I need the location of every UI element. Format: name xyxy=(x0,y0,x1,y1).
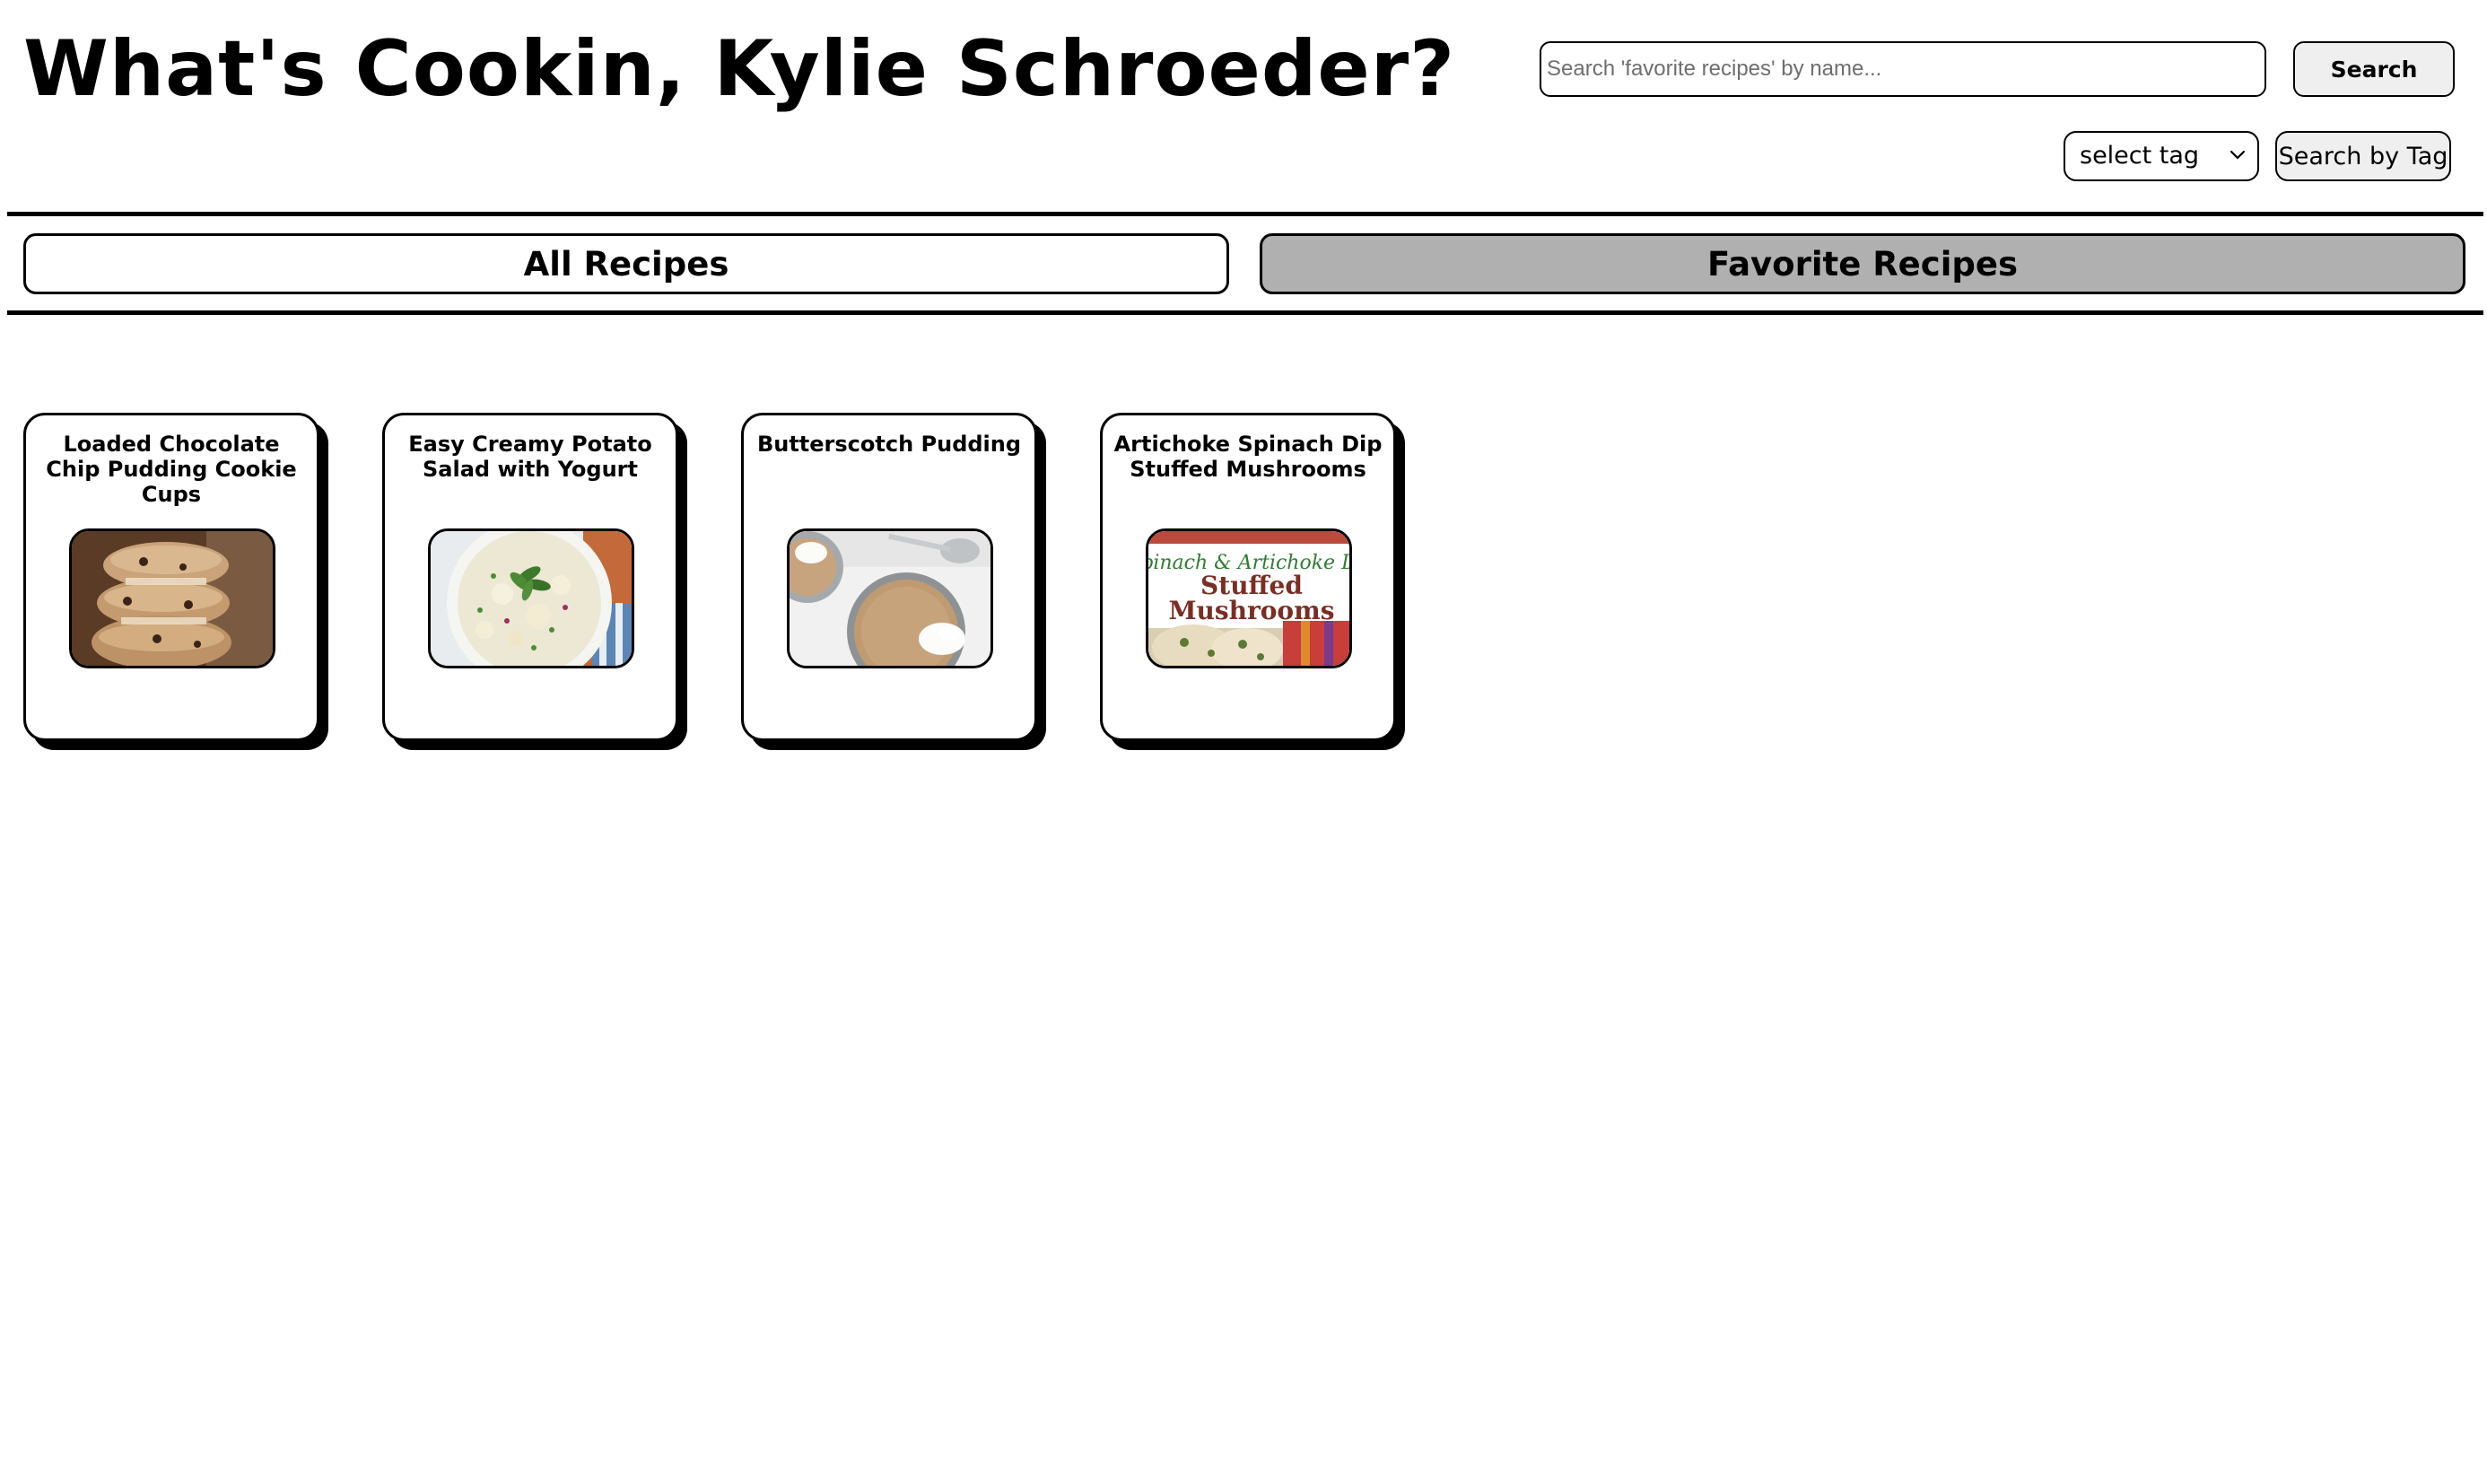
nav-divider-bottom xyxy=(7,310,2483,315)
image-text-line3: Mushrooms xyxy=(1169,596,1335,625)
header: What's Cookin, Kylie Schroeder? Search s… xyxy=(0,0,2487,208)
recipe-title: Loaded Chocolate Chip Pudding Cookie Cup… xyxy=(46,432,297,507)
recipe-card[interactable]: Artichoke Spinach Dip Stuffed Mushrooms … xyxy=(1100,413,1396,741)
recipe-image-pudding-cups[interactable] xyxy=(787,528,993,668)
nav-divider-top xyxy=(7,212,2483,216)
tab-all-recipes[interactable]: All Recipes xyxy=(23,233,1229,294)
recipe-image-potato-salad-bowl[interactable] xyxy=(428,528,634,668)
search-by-tag-button[interactable]: Search by Tag xyxy=(2275,131,2451,181)
recipe-image-stuffed-mushrooms[interactable]: Spinach & Artichoke Dip Stuffed Mushroom… xyxy=(1146,528,1352,668)
recipe-title: Butterscotch Pudding xyxy=(756,432,1022,457)
recipe-title: Easy Creamy Potato Salad with Yogurt xyxy=(408,432,652,482)
recipe-image-stacked-cookies[interactable] xyxy=(69,528,275,668)
tag-select[interactable]: select tag xyxy=(2064,131,2259,181)
recipe-card[interactable]: Easy Creamy Potato Salad with Yogurt xyxy=(382,413,678,741)
recipe-card[interactable]: Butterscotch Pudding xyxy=(741,413,1037,741)
recipe-title: Artichoke Spinach Dip Stuffed Mushrooms xyxy=(1113,432,1383,482)
chevron-down-icon xyxy=(2230,150,2246,160)
search-input[interactable] xyxy=(1540,41,2266,97)
search-button[interactable]: Search xyxy=(2293,41,2455,97)
tag-select-value: select tag xyxy=(2080,142,2200,170)
tab-favorite-recipes[interactable]: Favorite Recipes xyxy=(1260,233,2465,294)
recipe-card[interactable]: Loaded Chocolate Chip Pudding Cookie Cup… xyxy=(23,413,319,741)
page-title: What's Cookin, Kylie Schroeder? xyxy=(23,24,1456,114)
page: What's Cookin, Kylie Schroeder? Search s… xyxy=(0,0,2487,1484)
